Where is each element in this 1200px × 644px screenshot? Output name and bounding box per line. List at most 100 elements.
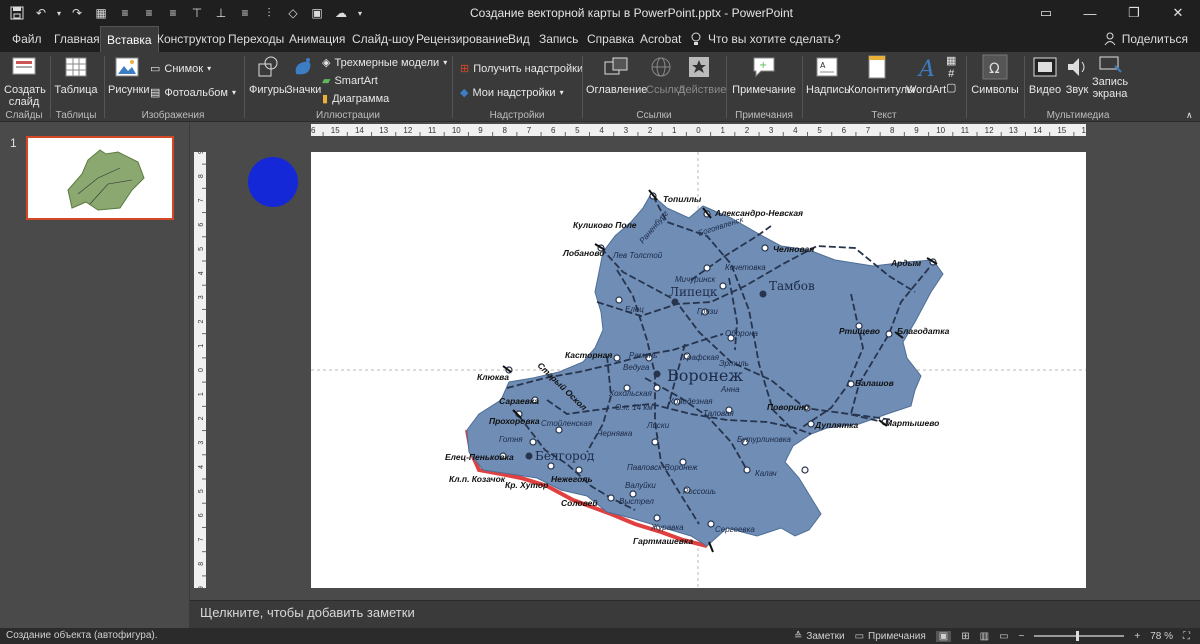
align-top-icon[interactable]: ⊤ bbox=[186, 2, 208, 24]
slide-number-icon[interactable]: # bbox=[948, 68, 954, 80]
label-michurinsk: Мичуринск bbox=[675, 275, 717, 284]
lightbulb-icon bbox=[690, 26, 702, 52]
share-button[interactable]: Поделиться bbox=[1104, 26, 1188, 52]
vertical-ruler[interactable]: 9 8 7 6 5 4 3 2 1 0 1 2 3 4 5 6 7 8 9 bbox=[194, 152, 206, 588]
wordart-button[interactable]: A WordArt bbox=[906, 54, 946, 96]
collapse-ribbon-icon[interactable]: ∧ bbox=[1186, 110, 1193, 121]
undo-dropdown-icon[interactable]: ▾ bbox=[54, 2, 64, 24]
wordart-icon: A bbox=[917, 57, 935, 82]
zoom-in-icon[interactable]: + bbox=[1134, 631, 1140, 642]
tab-transitions[interactable]: Переходы bbox=[222, 26, 290, 52]
3d-models-button[interactable]: ◈ Трехмерные модели ▾ bbox=[322, 56, 447, 70]
shape-icon[interactable]: ◇ bbox=[282, 2, 304, 24]
align-bottom-icon[interactable]: ≡ bbox=[234, 2, 256, 24]
zoom-icon bbox=[604, 57, 628, 75]
smartart-button[interactable]: ▰ SmartArt bbox=[322, 74, 378, 88]
group-illustrations: Иллюстрации bbox=[316, 110, 380, 121]
shapes-icon bbox=[258, 56, 278, 77]
tab-record[interactable]: Запись bbox=[533, 26, 584, 52]
align-middle-icon[interactable]: ⊥ bbox=[210, 2, 232, 24]
screenshot-button[interactable]: ▭ Снимок ▾ bbox=[150, 62, 211, 76]
pictures-button[interactable]: Рисунки bbox=[108, 54, 150, 96]
separator bbox=[726, 56, 727, 118]
fill-icon[interactable]: ▣ bbox=[306, 2, 328, 24]
zoom-button[interactable]: Оглавление bbox=[586, 54, 647, 96]
reading-view-icon[interactable]: ▥ bbox=[980, 631, 989, 642]
link-button[interactable]: Ссылка bbox=[646, 54, 685, 96]
cloud-icon[interactable]: ☁ bbox=[330, 2, 352, 24]
video-button[interactable]: Видео bbox=[1028, 54, 1062, 96]
minimize-icon[interactable]: — bbox=[1068, 0, 1112, 26]
notes-pane[interactable]: Щелкните, чтобы добавить заметки bbox=[190, 600, 1200, 628]
chart-label: Диаграмма bbox=[332, 92, 390, 105]
close-icon[interactable]: ✕ bbox=[1156, 0, 1200, 26]
smartart-icon: ▰ bbox=[322, 75, 331, 87]
restore-icon[interactable]: ❐ bbox=[1112, 0, 1156, 26]
normal-view-icon[interactable]: ▣ bbox=[935, 630, 952, 642]
comment-button[interactable]: + Примечание bbox=[732, 54, 796, 96]
table-button[interactable]: Таблица bbox=[54, 54, 98, 96]
photo-album-label: Фотоальбом bbox=[164, 86, 228, 99]
tab-review[interactable]: Рецензирование bbox=[410, 26, 515, 52]
notes-toggle[interactable]: ≙ Заметки bbox=[794, 631, 845, 642]
header-footer-button[interactable]: Колонтитулы bbox=[848, 54, 915, 96]
customize-qat-icon[interactable]: ▾ bbox=[354, 2, 366, 24]
tab-acrobat[interactable]: Acrobat bbox=[634, 26, 687, 52]
chart-button[interactable]: ▮ Диаграмма bbox=[322, 92, 390, 106]
zoom-level[interactable]: 78 % bbox=[1150, 631, 1173, 642]
object-icon[interactable]: ▢ bbox=[946, 81, 956, 94]
ruler-label: 7 bbox=[866, 126, 871, 135]
align-center-icon[interactable]: ≡ bbox=[138, 2, 160, 24]
tab-file[interactable]: Файл bbox=[6, 26, 48, 52]
horizontal-ruler[interactable]: 1615141312111098765432101234567891011121… bbox=[311, 124, 1086, 136]
slide-sorter-icon[interactable]: ⊞ bbox=[961, 631, 969, 642]
action-button[interactable]: Действие bbox=[678, 54, 726, 96]
audio-button[interactable]: Звук bbox=[1062, 54, 1092, 96]
distribute-icon[interactable]: ⫶ bbox=[258, 2, 280, 24]
date-time-icon[interactable]: ▦ bbox=[946, 54, 956, 67]
my-addins-button[interactable]: ◆ Мои надстройки ▾ bbox=[460, 86, 564, 100]
ribbon-display-icon[interactable]: ▭ bbox=[1024, 0, 1068, 26]
store-icon: ⊞ bbox=[460, 63, 470, 75]
vector-map[interactable]: Липецк Тамбов Воронеж Белгород Топиллы К… bbox=[311, 152, 1086, 588]
symbols-button[interactable]: Ω Символы bbox=[970, 54, 1020, 96]
photo-album-button[interactable]: ▤ Фотоальбом ▾ bbox=[150, 86, 236, 100]
slide-canvas[interactable]: Липецк Тамбов Воронеж Белгород Топиллы К… bbox=[311, 152, 1086, 588]
align-left-icon[interactable]: ≡ bbox=[114, 2, 136, 24]
ruler-label: 3 bbox=[198, 295, 205, 299]
blue-circle-shape[interactable] bbox=[246, 155, 300, 209]
slideshow-view-icon[interactable]: ▭ bbox=[999, 631, 1008, 642]
fit-slide-icon[interactable]: ⛶ bbox=[1183, 631, 1190, 642]
slide-thumbnail[interactable] bbox=[26, 136, 174, 220]
tab-animations[interactable]: Анимация bbox=[283, 26, 351, 52]
icons-button[interactable]: Значки bbox=[286, 54, 321, 96]
tab-design[interactable]: Конструктор bbox=[151, 26, 231, 52]
screen-recording-button[interactable]: Запись экрана bbox=[1092, 54, 1128, 100]
tell-me-box[interactable]: Что вы хотите сделать? bbox=[690, 26, 841, 52]
status-bar: Создание объекта (автофигура). ≙ Заметки … bbox=[0, 628, 1200, 644]
comments-toggle[interactable]: ▭ Примечания bbox=[855, 631, 926, 642]
tab-insert[interactable]: Вставка bbox=[100, 26, 159, 52]
new-slide-button[interactable]: Создать слайд bbox=[4, 54, 46, 108]
ruler-label: 11 bbox=[428, 126, 437, 135]
group-text: Текст bbox=[871, 110, 897, 121]
zoom-out-icon[interactable]: − bbox=[1019, 631, 1025, 642]
save-icon[interactable] bbox=[6, 2, 28, 24]
get-addins-button[interactable]: ⊞ Получить надстройки bbox=[460, 62, 583, 76]
tab-home[interactable]: Главная bbox=[48, 26, 106, 52]
zoom-slider-thumb[interactable] bbox=[1076, 631, 1080, 641]
label-solovey: Соловей bbox=[561, 498, 598, 508]
tab-help[interactable]: Справка bbox=[581, 26, 640, 52]
redo-icon[interactable]: ↷ bbox=[66, 2, 88, 24]
shapes-button[interactable]: Фигуры bbox=[248, 54, 288, 96]
textbox-button[interactable]: A Надпись bbox=[806, 54, 850, 96]
undo-icon[interactable]: ↶ bbox=[30, 2, 52, 24]
label-valuyki: Валуйки bbox=[625, 481, 656, 490]
tab-view[interactable]: Вид bbox=[502, 26, 536, 52]
start-slideshow-icon[interactable]: ▦ bbox=[90, 2, 112, 24]
label-kochetovka: Кочетовка bbox=[725, 263, 766, 272]
zoom-slider[interactable] bbox=[1034, 631, 1125, 641]
align-right-icon[interactable]: ≡ bbox=[162, 2, 184, 24]
ruler-label: 3 bbox=[624, 126, 629, 135]
ruler-label: 8 bbox=[198, 174, 205, 178]
